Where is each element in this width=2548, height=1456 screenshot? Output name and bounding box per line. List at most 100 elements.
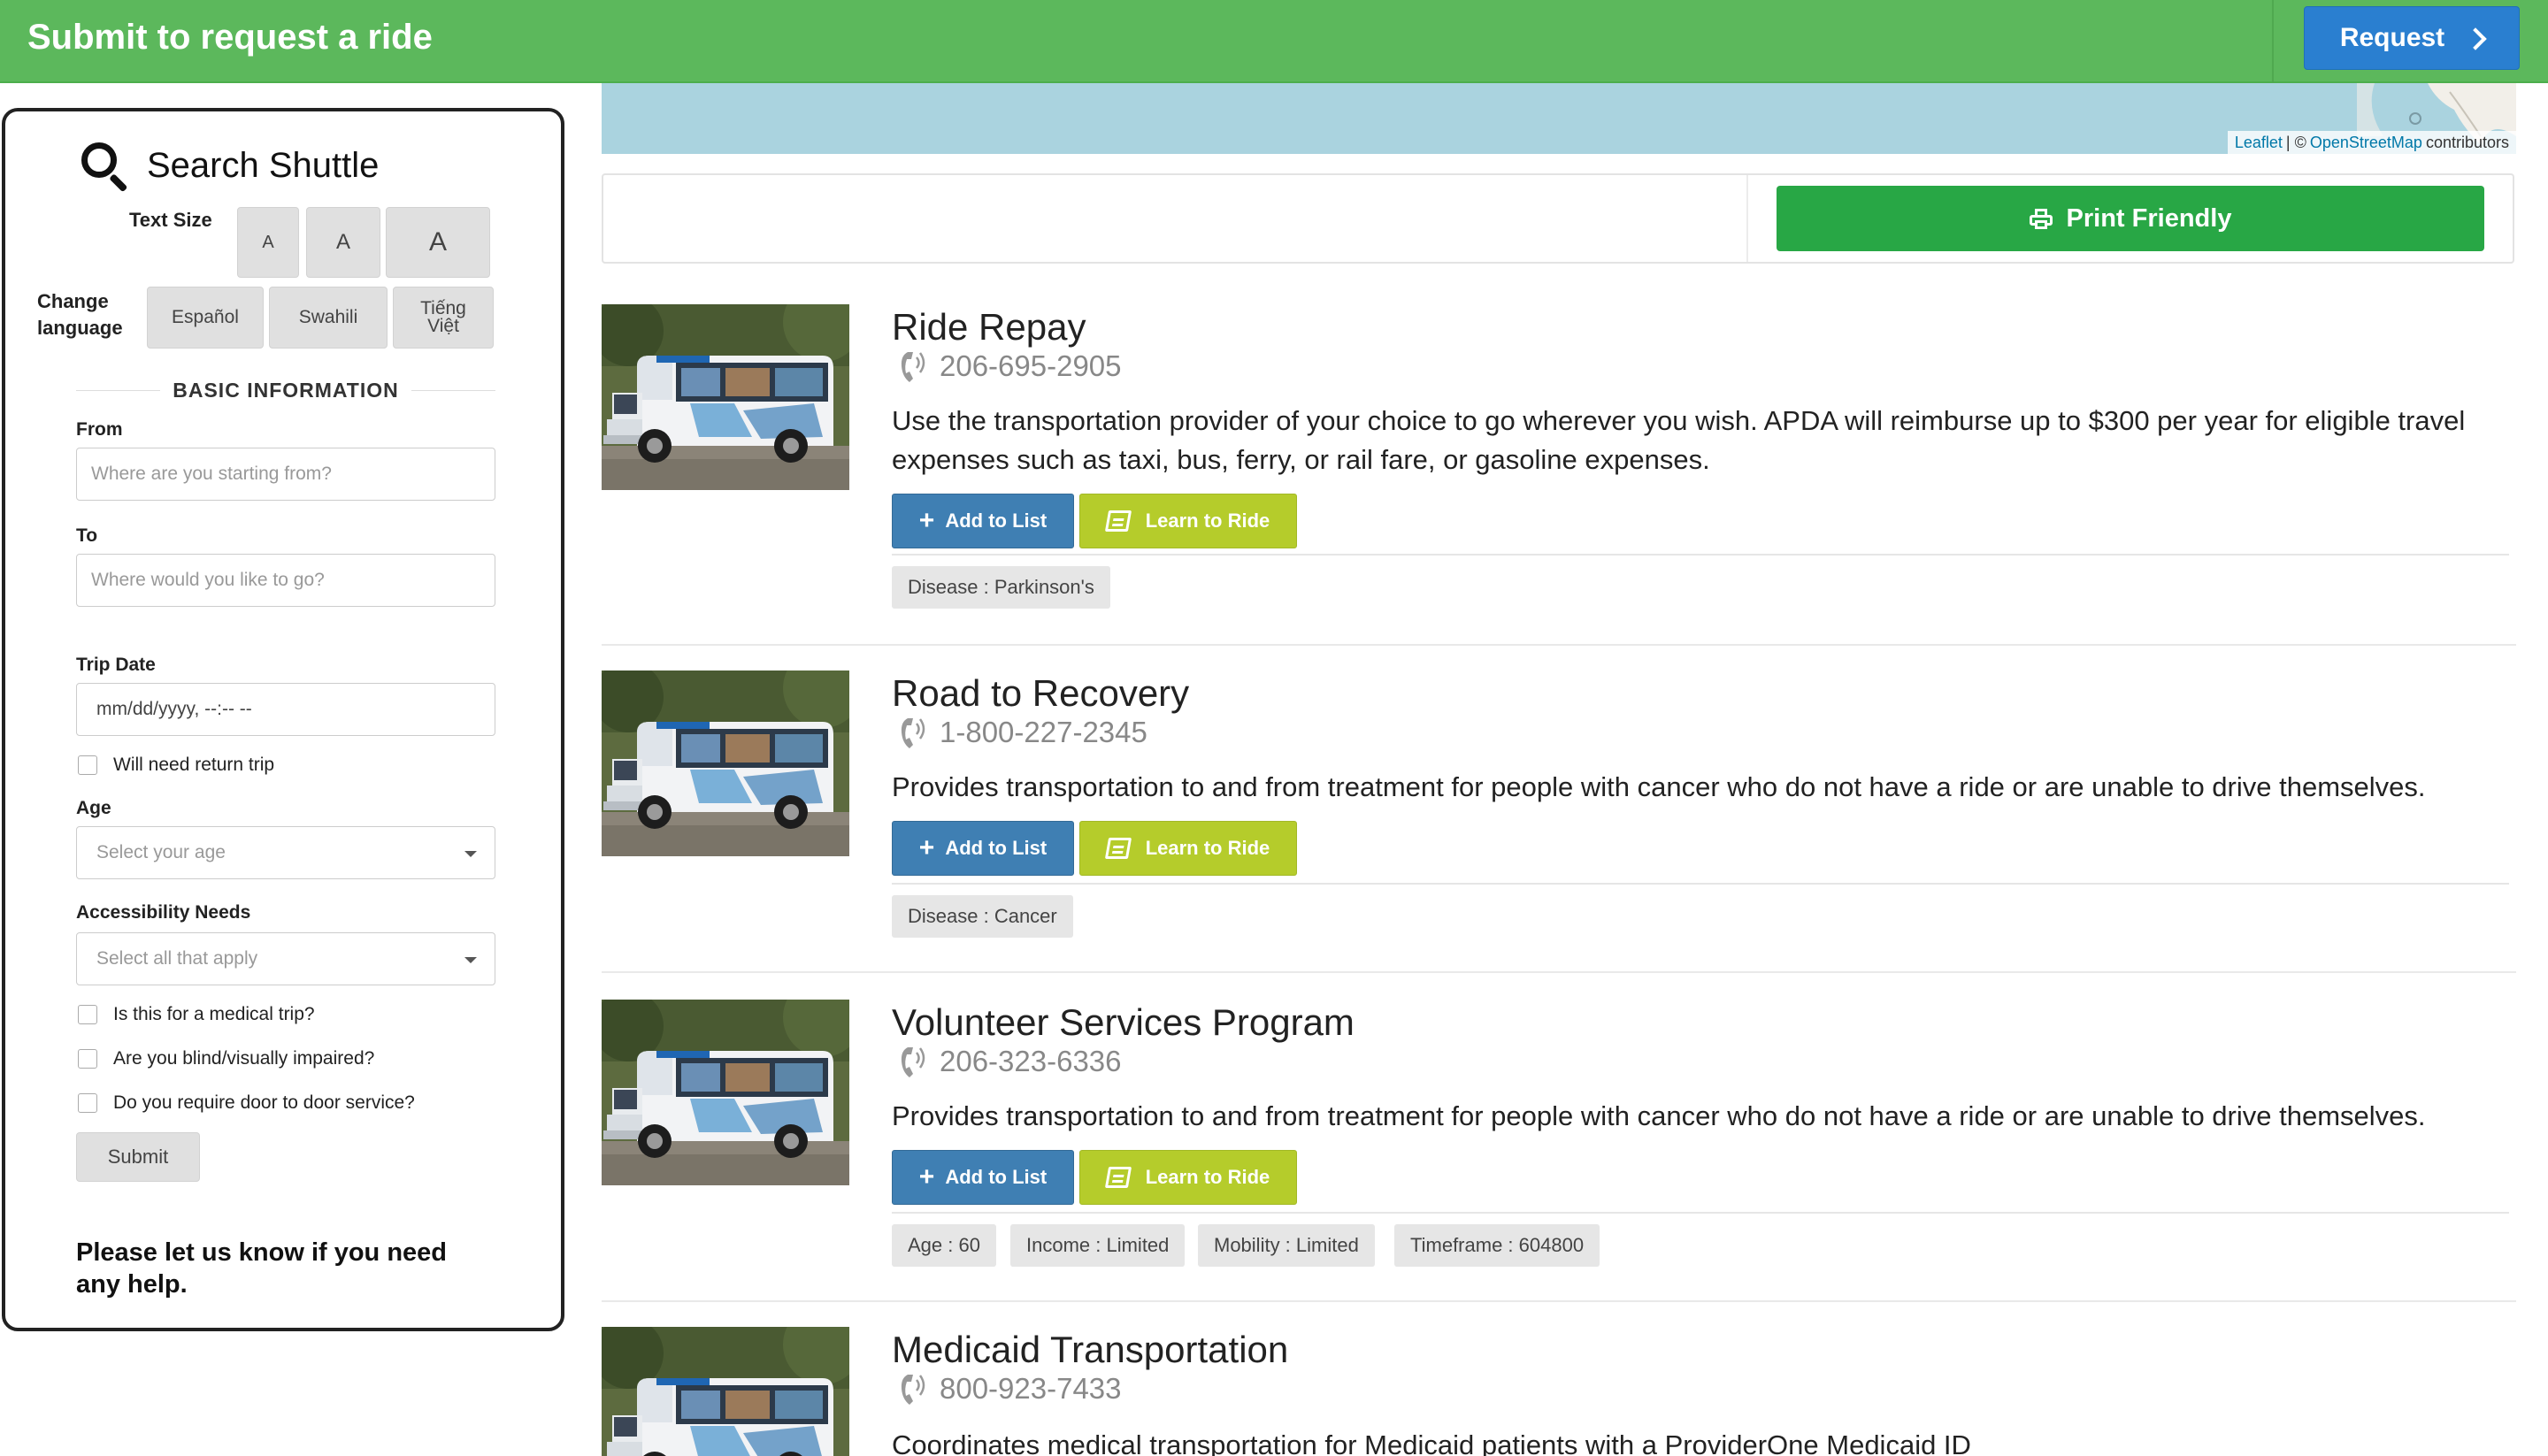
leaflet-link[interactable]: Leaflet: [2235, 134, 2283, 152]
listing-separator: [602, 644, 2516, 646]
map-view[interactable]: Leaflet | © OpenStreetMap contributors: [602, 83, 2516, 154]
book-icon: [1104, 1167, 1132, 1188]
listing-card: Ride Repay 206-695-2905 Use the transpor…: [602, 304, 2516, 609]
from-label: From: [76, 419, 123, 440]
text-size-small-button[interactable]: A: [237, 207, 299, 278]
attribution-suffix: contributors: [2425, 133, 2509, 151]
map-attribution: Leaflet | © OpenStreetMap contributors: [2227, 131, 2516, 154]
listing-title[interactable]: Road to Recovery: [892, 671, 1189, 717]
phone-icon: [901, 1047, 925, 1077]
visually-impaired-label: Are you blind/visually impaired?: [113, 1048, 375, 1069]
visually-impaired-checkbox[interactable]: [78, 1049, 97, 1069]
request-label: Request: [2339, 23, 2445, 52]
submit-button[interactable]: Submit: [76, 1132, 200, 1182]
listing-description: Provides transportation to and from trea…: [892, 1100, 2426, 1131]
learn-to-ride-button[interactable]: Learn to Ride: [1079, 821, 1297, 876]
listing-description: Use the transportation provider of your …: [892, 405, 2466, 475]
add-to-list-button[interactable]: + Add to List: [892, 821, 1074, 876]
listing-phone-row: 1-800-227-2345: [899, 713, 1147, 752]
trip-date-label: Trip Date: [76, 655, 156, 675]
add-to-list-label: Add to List: [945, 510, 1048, 532]
listing-card: Road to Recovery 1-800-227-2345 Provides…: [602, 671, 2516, 954]
listing-separator: [602, 971, 2516, 973]
listing-phone[interactable]: 800-923-7433: [940, 1372, 1122, 1406]
phone-icon: [901, 1375, 925, 1405]
tag-timeframe: Timeframe : 604800: [1394, 1224, 1600, 1267]
add-to-list-button[interactable]: + Add to List: [892, 494, 1074, 548]
listing-phone[interactable]: 1-800-227-2345: [940, 716, 1147, 749]
listing-description: Provides transportation to and from trea…: [892, 771, 2426, 802]
visually-impaired-checkbox-row[interactable]: Are you blind/visually impaired?: [78, 1046, 374, 1072]
add-to-list-label: Add to List: [945, 1166, 1048, 1188]
plus-icon: +: [918, 506, 935, 535]
listing-title[interactable]: Volunteer Services Program: [892, 1000, 1355, 1046]
language-vietnamese-button[interactable]: Tiếng Việt: [393, 287, 494, 349]
trip-date-input[interactable]: mm/dd/yyyy, --:-- --: [76, 683, 495, 736]
openstreetmap-link[interactable]: OpenStreetMap: [2310, 134, 2422, 152]
medical-trip-checkbox-row[interactable]: Is this for a medical trip?: [78, 1001, 315, 1028]
request-button[interactable]: Request: [2304, 6, 2520, 70]
return-trip-checkbox-row[interactable]: Will need return trip: [78, 752, 274, 778]
listing-separator: [602, 1300, 2516, 1302]
accessibility-label: Accessibility Needs: [76, 902, 251, 923]
door-to-door-checkbox-row[interactable]: Do you require door to door service?: [78, 1090, 415, 1116]
language-swahili-button[interactable]: Swahili: [269, 287, 388, 349]
divider: [892, 883, 2509, 885]
listing-phone-row: 800-923-7433: [899, 1369, 1122, 1408]
attribution-separator: | ©: [2285, 133, 2306, 151]
door-to-door-checkbox[interactable]: [78, 1093, 97, 1113]
plus-icon: +: [918, 833, 935, 862]
listing-title[interactable]: Medicaid Transportation: [892, 1327, 1288, 1373]
header-title: Submit to request a ride: [27, 18, 433, 57]
tag-badge: Disease : Cancer: [892, 895, 1073, 938]
shuttle-photo: [602, 671, 849, 856]
divider: [892, 1212, 2509, 1214]
book-icon: [1104, 510, 1132, 532]
listing-title[interactable]: Ride Repay: [892, 304, 1086, 350]
phone-icon: [901, 352, 925, 382]
header-bar: Submit to request a ride Request: [0, 0, 2548, 83]
language-label: Change language: [37, 290, 123, 339]
text-size-large-button[interactable]: A: [386, 207, 490, 278]
medical-trip-label: Is this for a medical trip?: [113, 1004, 315, 1024]
search-panel-title: Search Shuttle: [80, 138, 379, 193]
results-toolbar: Print Friendly: [602, 173, 2514, 264]
learn-to-ride-button[interactable]: Learn to Ride: [1079, 494, 1297, 548]
age-label: Age: [76, 798, 111, 818]
divider: [411, 389, 496, 391]
learn-to-ride-label: Learn to Ride: [1145, 1166, 1270, 1188]
listing-phone-row: 206-323-6336: [899, 1042, 1122, 1081]
tag-age: Age : 60: [892, 1224, 996, 1267]
learn-to-ride-label: Learn to Ride: [1145, 837, 1270, 859]
divider: [76, 389, 161, 391]
medical-trip-checkbox[interactable]: [78, 1005, 97, 1024]
add-to-list-button[interactable]: + Add to List: [892, 1150, 1074, 1205]
basic-information-text: BASIC INFORMATION: [173, 378, 399, 402]
accessibility-select[interactable]: Select all that apply: [76, 932, 495, 985]
text-size-medium-button[interactable]: A: [306, 207, 380, 278]
print-friendly-button[interactable]: Print Friendly: [1777, 186, 2484, 251]
tag-income: Income : Limited: [1010, 1224, 1186, 1267]
age-select[interactable]: Select your age: [76, 826, 495, 879]
to-input[interactable]: Where would you like to go?: [76, 554, 495, 607]
search-panel-title-text: Search Shuttle: [147, 145, 380, 185]
learn-to-ride-label: Learn to Ride: [1145, 510, 1270, 532]
listing-phone[interactable]: 206-323-6336: [940, 1045, 1122, 1078]
tag-mobility: Mobility : Limited: [1198, 1224, 1375, 1267]
listing-phone-row: 206-695-2905: [899, 347, 1122, 386]
plus-icon: +: [918, 1162, 935, 1192]
learn-to-ride-button[interactable]: Learn to Ride: [1079, 1150, 1297, 1205]
listing-description: Coordinates medical transportation for M…: [892, 1429, 1971, 1456]
return-trip-checkbox[interactable]: [78, 755, 97, 775]
add-to-list-label: Add to List: [945, 837, 1048, 859]
listing-phone[interactable]: 206-695-2905: [940, 349, 1122, 383]
search-icon: [80, 141, 129, 193]
listing-card: Medicaid Transportation 800-923-7433 Coo…: [602, 1327, 2516, 1456]
door-to-door-label: Do you require door to door service?: [113, 1092, 415, 1113]
from-input[interactable]: Where are you starting from?: [76, 448, 495, 501]
chevron-right-icon: [2464, 27, 2487, 50]
text-size-label: Text Size: [129, 209, 212, 231]
header-divider: [2272, 0, 2274, 83]
listing-card: Volunteer Services Program 206-323-6336 …: [602, 1000, 2516, 1291]
language-espanol-button[interactable]: Español: [147, 287, 264, 349]
